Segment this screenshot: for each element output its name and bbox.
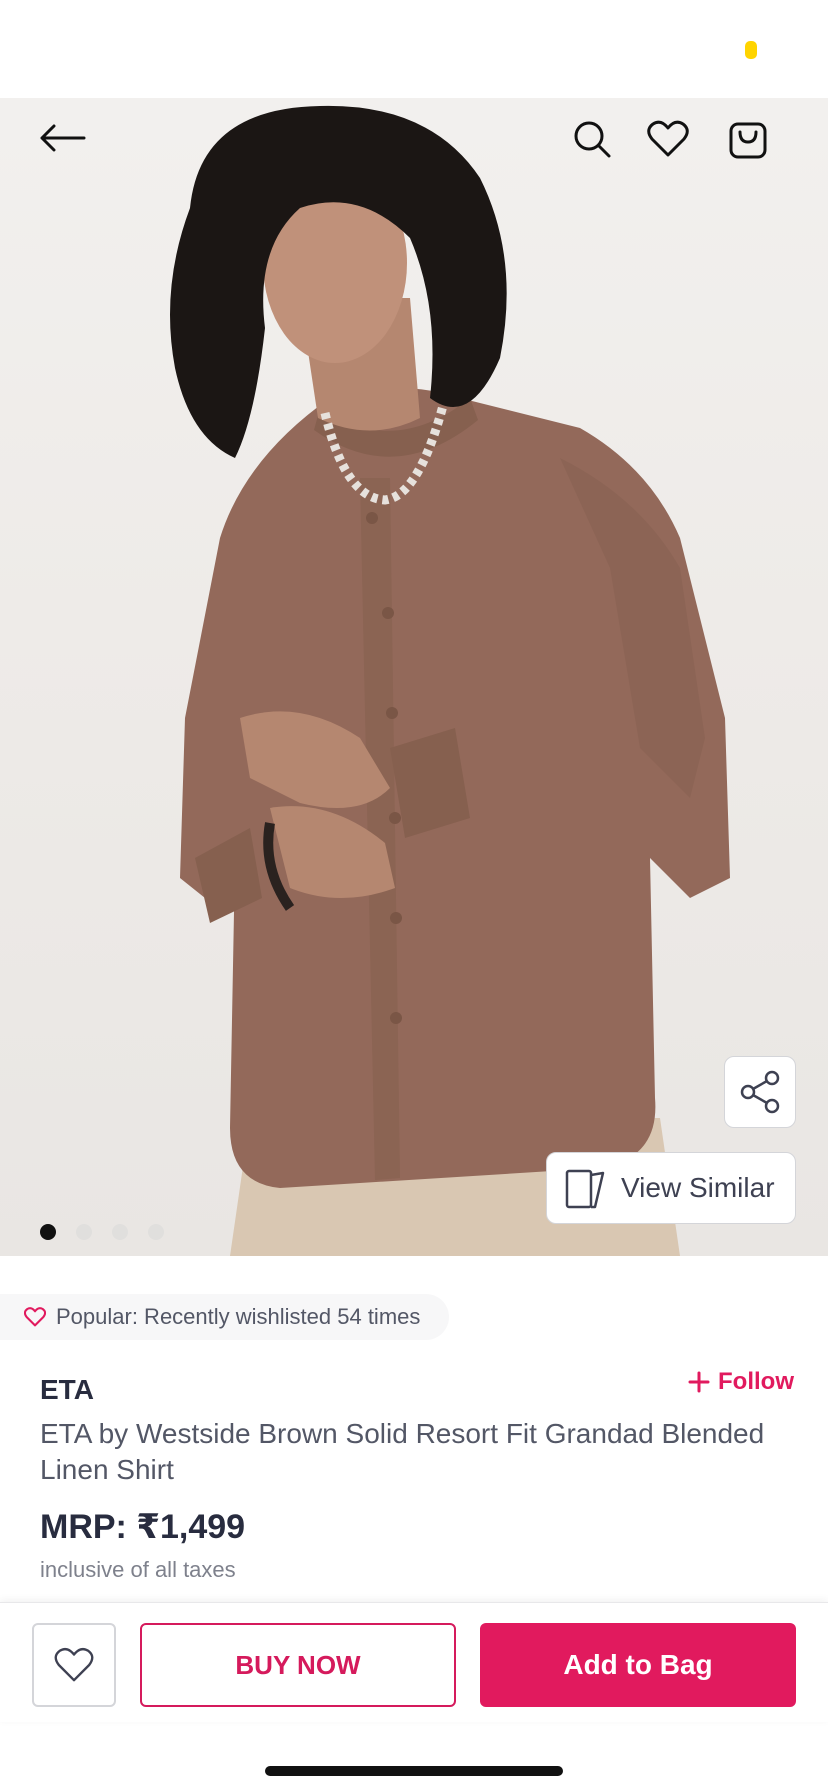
- product-image-gallery[interactable]: View Similar: [0, 98, 828, 1256]
- arrow-left-icon: [40, 124, 86, 152]
- tax-note: inclusive of all taxes: [40, 1557, 236, 1582]
- search-button[interactable]: [566, 116, 618, 162]
- popular-banner: Popular: Recently wishlisted 54 times: [0, 1294, 449, 1340]
- cards-icon: [565, 1169, 605, 1209]
- share-icon: [740, 1070, 780, 1114]
- bottom-action-bar: BUY NOW Add to Bag: [0, 1602, 828, 1722]
- heart-icon: [647, 120, 689, 157]
- search-icon: [574, 121, 611, 158]
- wishlist-button[interactable]: [642, 116, 694, 162]
- follow-button[interactable]: Follow: [688, 1368, 794, 1396]
- bag-button[interactable]: [722, 116, 774, 162]
- product-title: ETA by Westside Brown Solid Resort Fit G…: [40, 1418, 765, 1485]
- add-to-bag-button[interactable]: Add to Bag: [480, 1623, 796, 1707]
- shopping-bag-icon: [729, 122, 767, 159]
- carousel-dot[interactable]: [40, 1224, 56, 1240]
- carousel-indicator: [40, 1224, 164, 1240]
- heart-icon: [24, 1307, 46, 1327]
- carousel-dot[interactable]: [76, 1224, 92, 1240]
- view-similar-button[interactable]: View Similar: [546, 1152, 796, 1224]
- heart-outline-icon: [54, 1647, 94, 1682]
- back-button[interactable]: [30, 118, 94, 158]
- popular-text: Popular: Recently wishlisted 54 times: [56, 1304, 421, 1329]
- home-indicator[interactable]: [265, 1766, 563, 1776]
- plus-icon: [688, 1371, 710, 1393]
- brand-name[interactable]: ETA: [40, 1374, 94, 1406]
- buy-now-button[interactable]: BUY NOW: [140, 1623, 456, 1707]
- view-similar-label: View Similar: [621, 1172, 775, 1203]
- product-photo: [170, 105, 730, 1256]
- status-indicator-dot: [745, 41, 757, 59]
- follow-label: Follow: [718, 1368, 794, 1395]
- carousel-dot[interactable]: [148, 1224, 164, 1240]
- share-button[interactable]: [724, 1056, 796, 1128]
- carousel-dot[interactable]: [112, 1224, 128, 1240]
- product-price: MRP: ₹1,499: [40, 1508, 246, 1546]
- wishlist-action-button[interactable]: [32, 1623, 116, 1707]
- status-bar: [0, 0, 828, 98]
